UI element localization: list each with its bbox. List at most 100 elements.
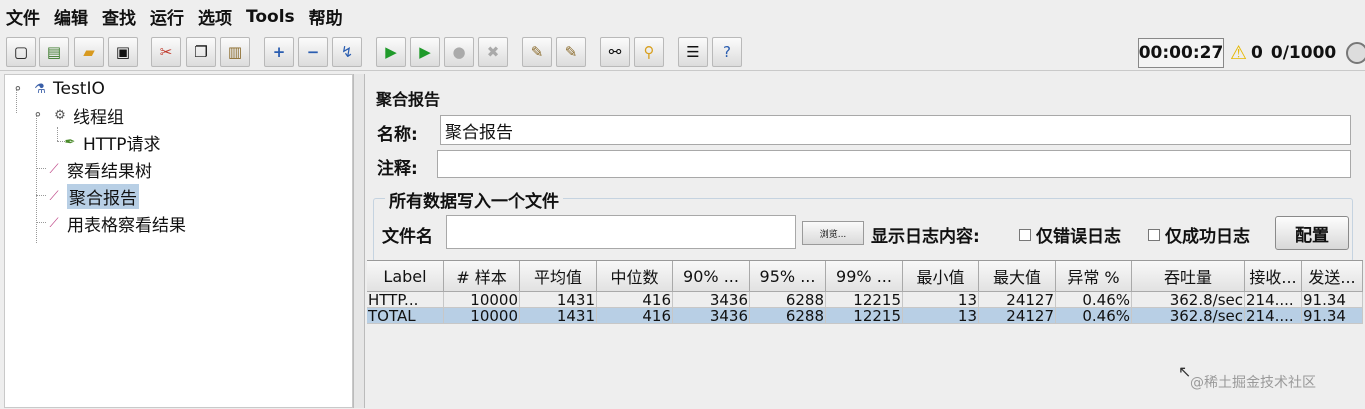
menu-run[interactable]: 运行 <box>150 4 184 29</box>
cell-median: 416 <box>597 292 673 308</box>
menu-file[interactable]: 文件 <box>6 4 40 29</box>
menu-tools[interactable]: Tools <box>246 7 295 27</box>
flask-icon: ⚗ <box>34 81 46 97</box>
name-field[interactable]: 聚合报告 <box>440 115 1351 145</box>
table-row[interactable]: HTTP... 10000 1431 416 3436 6288 12215 1… <box>367 292 1363 308</box>
cell-99-line: 12215 <box>826 308 903 324</box>
col-90-line[interactable]: 90% ... <box>673 261 750 292</box>
col-label[interactable]: Label <box>367 261 444 292</box>
filename-field[interactable] <box>446 215 796 249</box>
cell-95-line: 6288 <box>750 292 826 308</box>
col-99-line[interactable]: 99% ... <box>826 261 903 292</box>
cell-samples: 10000 <box>444 308 520 324</box>
cell-error: 0.46% <box>1056 292 1132 308</box>
cell-error: 0.46% <box>1056 308 1132 324</box>
tree-node-view-results-tree[interactable]: ⟋ 察看结果树 <box>45 157 152 182</box>
tree-node-aggregate-report[interactable]: ⟋ 聚合报告 <box>45 183 139 209</box>
menu-bar: 文件 编辑 查找 运行 选项 Tools 帮助 <box>0 0 1365 33</box>
toggle-icon[interactable]: ↯ <box>332 37 362 67</box>
menu-help[interactable]: 帮助 <box>309 4 343 29</box>
col-received[interactable]: 接收... <box>1245 261 1302 292</box>
tree-handle-icon[interactable]: ⚬ <box>9 80 27 98</box>
function-helper-icon[interactable]: ☰ <box>678 37 708 67</box>
expand-icon[interactable]: + <box>264 37 294 67</box>
col-throughput[interactable]: 吞吐量 <box>1132 261 1245 292</box>
table-row[interactable]: TOTAL 10000 1431 416 3436 6288 12215 13 … <box>367 308 1363 324</box>
clear-icon[interactable]: ✎ <box>522 37 552 67</box>
errors-only-checkbox[interactable]: 仅错误日志 <box>1019 222 1121 247</box>
status-icon <box>1346 42 1365 64</box>
col-max[interactable]: 最大值 <box>979 261 1056 292</box>
gear-icon: ⚙ <box>54 107 66 123</box>
browse-button[interactable]: 浏览... <box>802 221 864 245</box>
col-min[interactable]: 最小值 <box>903 261 979 292</box>
cut-icon[interactable]: ✂ <box>151 37 181 67</box>
new-icon[interactable]: ▢ <box>6 37 36 67</box>
panel-title: 聚合报告 <box>376 90 441 109</box>
cell-received: 214.... <box>1245 292 1302 308</box>
menu-edit[interactable]: 编辑 <box>54 4 88 29</box>
cell-max: 24127 <box>979 292 1056 308</box>
comment-field[interactable] <box>437 150 1351 178</box>
cell-throughput: 362.8/sec <box>1132 308 1245 324</box>
table-header: Label # 样本 平均值 中位数 90% ... 95% ... 99% .… <box>367 261 1363 292</box>
start-no-timers-icon[interactable]: ▶ <box>410 37 440 67</box>
comment-label: 注释: <box>377 159 418 179</box>
open-icon[interactable]: ▰ <box>74 37 104 67</box>
paste-icon[interactable]: ▥ <box>220 37 250 67</box>
save-icon[interactable]: ▣ <box>108 37 138 67</box>
configure-button[interactable]: 配置 <box>1275 216 1349 250</box>
tree-node-thread-group[interactable]: ⚬ ⚙ 线程组 <box>29 103 124 128</box>
errors-only-label: 仅错误日志 <box>1036 227 1121 247</box>
cell-average: 1431 <box>520 308 597 324</box>
cell-min: 13 <box>903 292 979 308</box>
cell-sent: 91.34 <box>1302 292 1363 308</box>
cell-90-line: 3436 <box>673 292 750 308</box>
help-icon[interactable]: ? <box>712 37 742 67</box>
checkbox-box[interactable] <box>1019 228 1031 241</box>
cell-95-line: 6288 <box>750 308 826 324</box>
menu-options[interactable]: 选项 <box>198 4 232 29</box>
start-icon[interactable]: ▶ <box>376 37 406 67</box>
test-plan-tree: ⚬ ⚗ TestIO ⚬ ⚙ 线程组 ✒ HTTP请求 ⟋ 察看结果树 ⟋ 聚合… <box>4 74 353 408</box>
filename-label: 文件名 <box>382 227 433 247</box>
cell-sent: 91.34 <box>1302 308 1363 324</box>
pipette-icon: ✒ <box>64 134 76 150</box>
col-samples[interactable]: # 样本 <box>444 261 520 292</box>
split-pane-divider[interactable] <box>353 74 365 408</box>
cell-max: 24127 <box>979 308 1056 324</box>
cell-label: TOTAL <box>367 308 444 324</box>
shutdown-icon[interactable]: ✖ <box>478 37 508 67</box>
col-average[interactable]: 平均值 <box>520 261 597 292</box>
stop-icon[interactable]: ● <box>444 37 474 67</box>
reset-search-icon[interactable]: ⚲ <box>634 37 664 67</box>
warning-icon: ⚠ <box>1230 42 1248 64</box>
success-only-checkbox[interactable]: 仅成功日志 <box>1148 222 1250 247</box>
warning-indicator[interactable]: ⚠ 0 0/1000 <box>1230 38 1336 68</box>
collapse-icon[interactable]: − <box>298 37 328 67</box>
tree-node-http-request[interactable]: ✒ HTTP请求 <box>61 130 161 155</box>
warning-count: 0 <box>1251 43 1263 63</box>
file-output-group-title: 所有数据写入一个文件 <box>385 187 563 212</box>
log-content-label: 显示日志内容: <box>871 227 980 247</box>
cell-received: 214.... <box>1245 308 1302 324</box>
copy-icon[interactable]: ❐ <box>186 37 216 67</box>
tree-node-testplan[interactable]: ⚬ ⚗ TestIO <box>9 77 105 101</box>
clear-all-icon[interactable]: ✎ <box>556 37 586 67</box>
col-95-line[interactable]: 95% ... <box>750 261 826 292</box>
chart-icon: ⟋ <box>49 215 59 231</box>
col-error[interactable]: 异常 % <box>1056 261 1132 292</box>
thread-count: 0/1000 <box>1270 43 1337 63</box>
templates-icon[interactable]: ▤ <box>39 37 69 67</box>
col-median[interactable]: 中位数 <box>597 261 673 292</box>
col-sent[interactable]: 发送... <box>1302 261 1363 292</box>
search-icon[interactable]: ⚯ <box>600 37 630 67</box>
checkbox-box[interactable] <box>1148 228 1160 241</box>
tree-node-view-results-table[interactable]: ⟋ 用表格察看结果 <box>45 211 186 236</box>
menu-search[interactable]: 查找 <box>102 4 136 29</box>
name-label: 名称: <box>377 125 418 145</box>
cell-90-line: 3436 <box>673 308 750 324</box>
aggregate-report-panel: 聚合报告 名称: 聚合报告 注释: 所有数据写入一个文件 文件名 浏览... 显… <box>365 74 1365 409</box>
tree-handle-icon[interactable]: ⚬ <box>29 106 47 124</box>
chart-icon: ⟋ <box>49 161 59 177</box>
